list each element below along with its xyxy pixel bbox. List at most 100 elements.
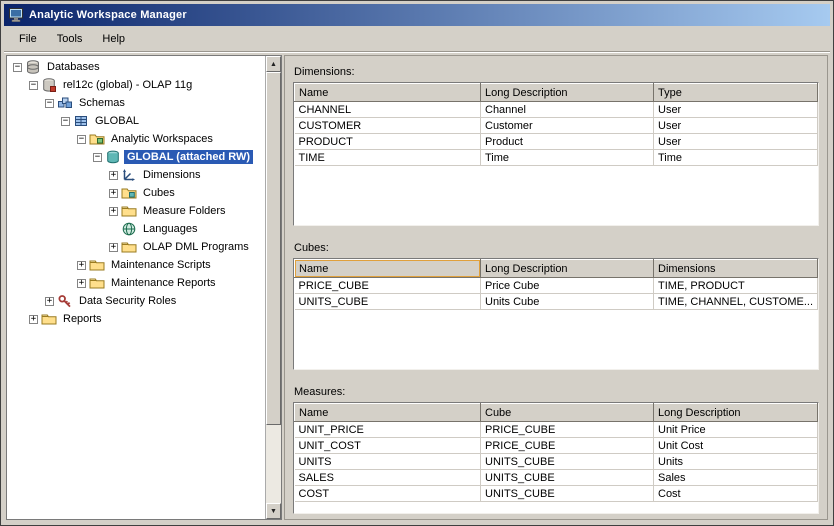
table-row[interactable]: CUSTOMERCustomerUser (295, 118, 818, 134)
security-icon (57, 293, 73, 309)
table-cell: UNITS_CUBE (481, 454, 654, 470)
table-cell: Units (654, 454, 818, 470)
table-row[interactable]: PRODUCTProductUser (295, 134, 818, 150)
table-cell: UNITS_CUBE (295, 294, 481, 310)
table-cell: User (654, 118, 818, 134)
tree-item-global[interactable]: −GLOBAL (9, 112, 263, 130)
tree-item-languages[interactable]: Languages (9, 220, 263, 238)
database-icon (41, 77, 57, 93)
cubes-folder-icon (121, 185, 137, 201)
column-header-cube[interactable]: Cube (481, 404, 654, 422)
app-window: Analytic Workspace Manager FileToolsHelp… (0, 0, 834, 526)
tree-item-schemas[interactable]: −Schemas (9, 94, 263, 112)
collapse-icon[interactable]: − (61, 117, 70, 126)
tree: −Databases−rel12c (global) - OLAP 11g−Sc… (9, 58, 263, 328)
expand-icon[interactable]: + (109, 207, 118, 216)
folder-icon (89, 275, 105, 291)
column-header-long-description[interactable]: Long Description (481, 84, 654, 102)
table-row[interactable]: PRICE_CUBEPrice CubeTIME, PRODUCT (295, 278, 818, 294)
table-row[interactable]: TIMETimeTime (295, 150, 818, 166)
tree-item-label: Analytic Workspaces (108, 132, 216, 146)
column-header-type[interactable]: Type (654, 84, 818, 102)
tree-item-reports[interactable]: +Reports (9, 310, 263, 328)
table-cell: Time (481, 150, 654, 166)
table-row[interactable]: UNITS_CUBEUnits CubeTIME, CHANNEL, CUSTO… (295, 294, 818, 310)
tree-item-global-attached-rw[interactable]: −GLOBAL (attached RW) (9, 148, 263, 166)
menu-file[interactable]: File (10, 30, 46, 48)
tree-item-dimensions[interactable]: +Dimensions (9, 166, 263, 184)
tree-item-analytic-workspaces[interactable]: − Analytic Workspaces (9, 130, 263, 148)
menu-tools[interactable]: Tools (48, 30, 92, 48)
tree-item-maintenance-scripts[interactable]: +Maintenance Scripts (9, 256, 263, 274)
tree-item-label: Data Security Roles (76, 294, 179, 308)
expand-icon[interactable]: + (77, 261, 86, 270)
tree-item-label: Languages (140, 222, 200, 236)
tree-item-label: Cubes (140, 186, 178, 200)
app-icon (8, 7, 24, 23)
tree-item-measure-folders[interactable]: +Measure Folders (9, 202, 263, 220)
collapse-icon[interactable]: − (13, 63, 22, 72)
schemas-icon (57, 95, 73, 111)
table-cell: SALES (295, 470, 481, 486)
column-header-long-description[interactable]: Long Description (481, 260, 654, 278)
collapse-icon[interactable]: − (45, 99, 54, 108)
column-header-name[interactable]: Name (295, 260, 481, 278)
expand-icon[interactable]: + (29, 315, 38, 324)
table-cell: Product (481, 134, 654, 150)
expand-icon[interactable]: + (45, 297, 54, 306)
expand-icon[interactable]: + (109, 171, 118, 180)
table-cell: TIME (295, 150, 481, 166)
collapse-icon[interactable]: − (93, 153, 102, 162)
column-header-name[interactable]: Name (295, 404, 481, 422)
cubes-section-label: Cubes: (294, 242, 819, 254)
tree-item-label: Maintenance Reports (108, 276, 219, 290)
collapse-icon[interactable]: − (29, 81, 38, 90)
column-header-long-description[interactable]: Long Description (654, 404, 818, 422)
folder-icon (121, 239, 137, 255)
table-row[interactable]: COSTUNITS_CUBECost (295, 486, 818, 502)
detail-panel: Dimensions: NameLong DescriptionTypeCHAN… (284, 55, 828, 520)
table-row[interactable]: SALESUNITS_CUBESales (295, 470, 818, 486)
table-row[interactable]: UNIT_COSTPRICE_CUBEUnit Cost (295, 438, 818, 454)
tree-item-databases[interactable]: −Databases (9, 58, 263, 76)
table-row[interactable]: UNITSUNITS_CUBEUnits (295, 454, 818, 470)
table-cell: Customer (481, 118, 654, 134)
tree-item-data-security-roles[interactable]: + Data Security Roles (9, 292, 263, 310)
title-bar[interactable]: Analytic Workspace Manager (4, 4, 830, 26)
menu-help[interactable]: Help (93, 30, 134, 48)
table-cell: User (654, 102, 818, 118)
cubes-section: Cubes: NameLong DescriptionDimensionsPRI… (293, 242, 819, 370)
scroll-track[interactable] (266, 72, 281, 503)
table-cell: Time (654, 150, 818, 166)
cubes-table-container: NameLong DescriptionDimensionsPRICE_CUBE… (293, 258, 819, 370)
collapse-icon[interactable]: − (77, 135, 86, 144)
table-row[interactable]: UNIT_PRICEPRICE_CUBEUnit Price (295, 422, 818, 438)
menu-bar: FileToolsHelp (4, 26, 830, 52)
table-cell: PRICE_CUBE (481, 438, 654, 454)
table-cell: COST (295, 486, 481, 502)
tree-item-rel12c-global-olap-11g[interactable]: −rel12c (global) - OLAP 11g (9, 76, 263, 94)
table-cell: UNITS (295, 454, 481, 470)
navigator-tree-panel: −Databases−rel12c (global) - OLAP 11g−Sc… (6, 55, 282, 520)
dimensions-section-label: Dimensions: (294, 66, 819, 78)
table-cell: TIME, CHANNEL, CUSTOME... (654, 294, 818, 310)
expand-icon[interactable]: + (109, 243, 118, 252)
table-cell: UNIT_PRICE (295, 422, 481, 438)
scroll-up-button[interactable]: ▲ (266, 56, 281, 72)
table-cell: User (654, 134, 818, 150)
tree-item-cubes[interactable]: + Cubes (9, 184, 263, 202)
content-area: −Databases−rel12c (global) - OLAP 11g−Sc… (4, 52, 830, 522)
scroll-thumb[interactable] (266, 72, 281, 425)
tree-item-maintenance-reports[interactable]: + Maintenance Reports (9, 274, 263, 292)
table-cell: PRICE_CUBE (295, 278, 481, 294)
tree-item-label: OLAP DML Programs (140, 240, 252, 254)
tree-item-olap-dml-programs[interactable]: + OLAP DML Programs (9, 238, 263, 256)
scroll-down-button[interactable]: ▼ (266, 503, 281, 519)
expand-icon[interactable]: + (77, 279, 86, 288)
column-header-dimensions[interactable]: Dimensions (654, 260, 818, 278)
measures-table: NameCubeLong DescriptionUNIT_PRICEPRICE_… (294, 403, 818, 502)
expand-icon[interactable]: + (109, 189, 118, 198)
tree-scrollbar[interactable]: ▲ ▼ (265, 56, 281, 519)
table-row[interactable]: CHANNELChannelUser (295, 102, 818, 118)
column-header-name[interactable]: Name (295, 84, 481, 102)
